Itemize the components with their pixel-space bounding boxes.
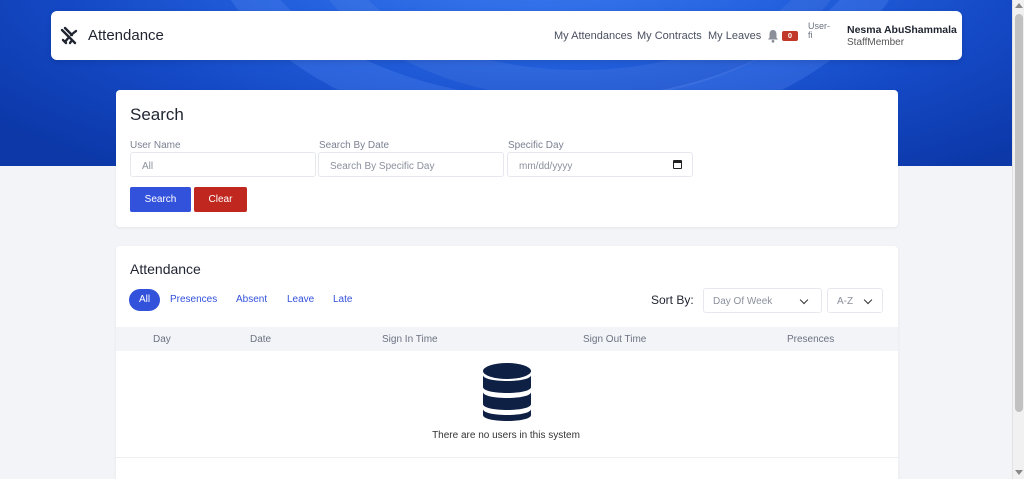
search-button[interactable]: Search [130,187,191,212]
specific-day-label: Specific Day [508,140,564,151]
nav-my-contracts[interactable]: My Contracts [637,30,702,42]
scrollbar-thumb[interactable] [1015,14,1023,412]
empty-state-message: There are no users in this system [432,430,580,441]
specific-day-placeholder: mm/dd/yyyy [519,161,573,172]
bell-icon[interactable] [767,29,779,43]
search-by-date-label: Search By Date [319,140,390,151]
scroll-up-arrow-icon[interactable] [1015,3,1023,8]
attendance-title: Attendance [130,261,201,277]
nav-my-leaves[interactable]: My Leaves [708,30,761,42]
avatar[interactable]: User-fi [808,22,834,51]
avatar-alt-text: User-fi [808,22,830,40]
sort-field-select[interactable]: Day Of Week [703,288,822,313]
user-name[interactable]: Nesma AbuShammala [847,24,957,36]
attendance-card: Attendance All Presences Absent Leave La… [116,246,898,479]
search-by-date-input[interactable]: Search By Specific Day [318,152,504,177]
scroll-down-arrow-icon[interactable] [1015,470,1023,475]
sort-by-label: Sort By: [651,293,694,307]
app-title[interactable]: Attendance [88,27,164,44]
top-navbar: Attendance My Attendances My Contracts M… [51,11,962,60]
sort-order-select[interactable]: A-Z [827,288,883,313]
specific-day-input[interactable]: mm/dd/yyyy [507,152,693,177]
chevron-down-icon [863,295,873,305]
chevron-down-icon [799,295,809,305]
clear-button[interactable]: Clear [194,187,247,212]
search-title: Search [130,105,184,124]
filter-tab-absent[interactable]: Absent [236,289,267,311]
sort-order-value: A-Z [837,296,854,307]
column-header-date[interactable]: Date [250,334,271,345]
filter-tab-late[interactable]: Late [333,289,352,311]
column-header-presences[interactable]: Presences [787,334,834,345]
column-header-day[interactable]: Day [153,334,171,345]
filter-tab-all[interactable]: All [129,289,160,311]
filter-tab-leave[interactable]: Leave [287,289,314,311]
user-name-label: User Name [130,140,181,151]
user-role: StaffMember [847,37,905,48]
logo-icon[interactable] [60,26,80,46]
scrollbar[interactable] [1012,0,1024,479]
column-header-sign-out-time[interactable]: Sign Out Time [583,334,646,345]
filter-tab-presences[interactable]: Presences [170,289,217,311]
calendar-icon[interactable] [673,160,682,169]
database-icon [483,363,531,421]
notification-count-badge[interactable]: 0 [782,31,798,41]
divider [116,457,898,458]
sort-field-value: Day Of Week [713,296,773,307]
column-header-sign-in-time[interactable]: Sign In Time [382,334,438,345]
table-header: Day Date Sign In Time Sign Out Time Pres… [116,327,898,351]
user-name-input[interactable]: All [130,152,316,177]
nav-my-attendances[interactable]: My Attendances [554,30,632,42]
search-card: Search User Name All Search By Date Sear… [116,90,898,227]
